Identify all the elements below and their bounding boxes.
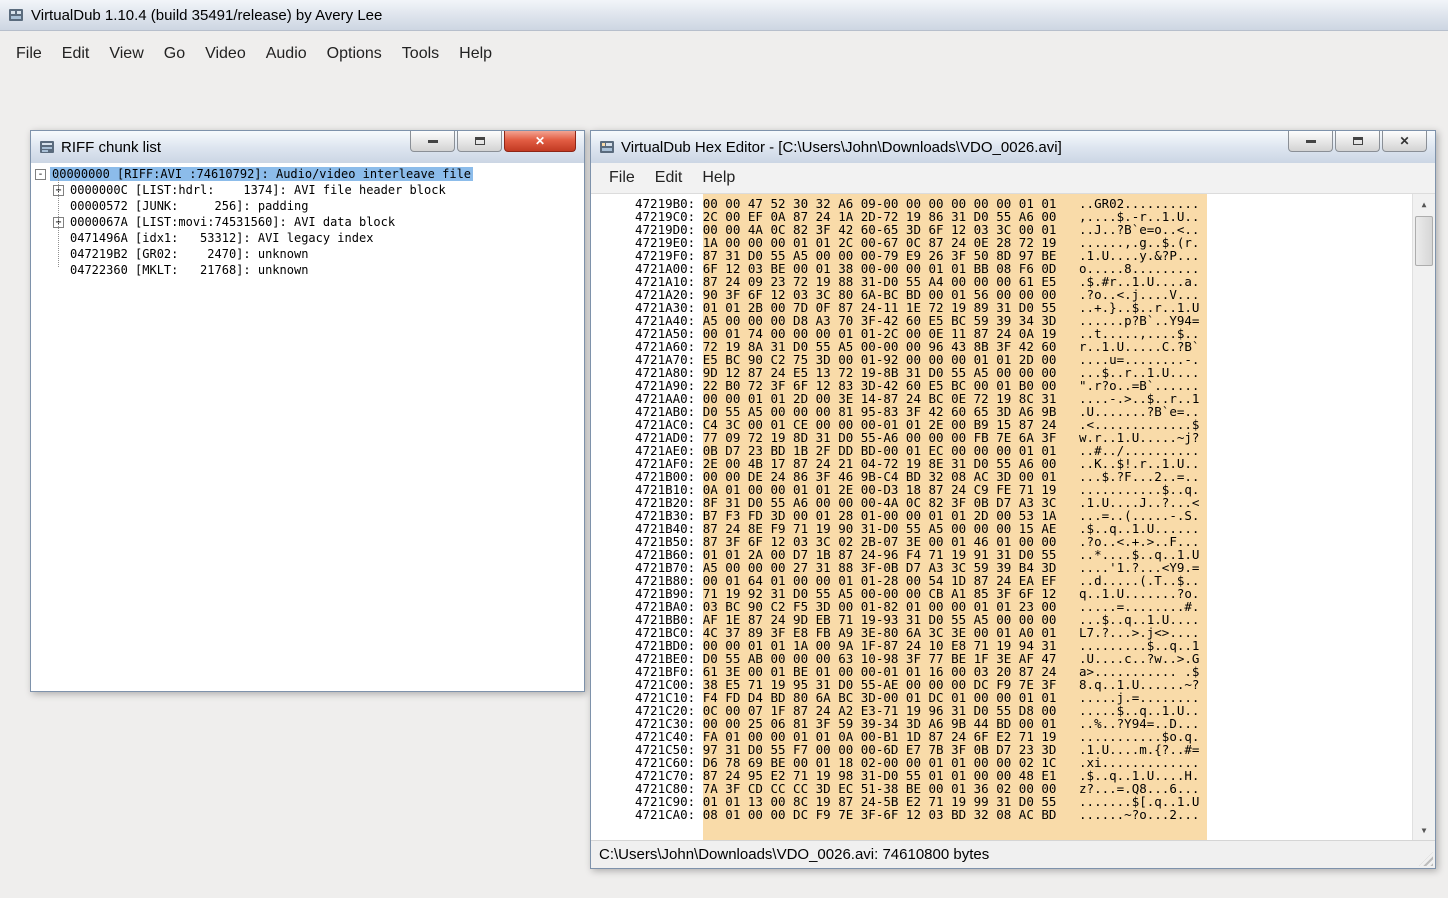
virtualdub-app-icon bbox=[8, 7, 24, 23]
main-menu-go[interactable]: Go bbox=[154, 41, 195, 67]
minimize-icon bbox=[1305, 139, 1316, 143]
main-menu-tools[interactable]: Tools bbox=[392, 41, 449, 67]
riff-close-button[interactable]: ✕ bbox=[504, 131, 576, 152]
riff-tree-item[interactable]: +0000067A [LIST:movi:74531560]: AVI data… bbox=[35, 214, 584, 230]
riff-tree-item[interactable]: +0000000C [LIST:hdrl: 1374]: AVI file he… bbox=[35, 182, 584, 198]
riff-tree-item-label[interactable]: 0471496A [idx1: 53312]: AVI legacy index bbox=[68, 231, 375, 245]
collapse-icon[interactable]: - bbox=[35, 168, 46, 180]
scrollbar-thumb[interactable] bbox=[1415, 216, 1433, 266]
riff-tree-item-label[interactable]: 047219B2 [GR02: 2470]: unknown bbox=[68, 247, 310, 261]
main-menu-audio[interactable]: Audio bbox=[256, 41, 317, 67]
hex-close-button[interactable]: ✕ bbox=[1382, 131, 1427, 152]
riff-maximize-button[interactable] bbox=[457, 131, 502, 152]
riff-tree-item-label[interactable]: 0000067A [LIST:movi:74531560]: AVI data … bbox=[68, 215, 397, 229]
riff-tree-item[interactable]: 047219B2 [GR02: 2470]: unknown bbox=[35, 246, 584, 262]
maximize-icon bbox=[1352, 137, 1363, 145]
riff-minimize-button[interactable] bbox=[410, 131, 455, 152]
riff-tree-item-label[interactable]: 00000572 [JUNK: 256]: padding bbox=[68, 199, 310, 213]
main-window-title: VirtualDub 1.10.4 (build 35491/release) … bbox=[31, 6, 383, 24]
main-menu-bar: File Edit View Go Video Audio Options Tools Help bbox=[0, 31, 1448, 77]
riff-tree-item[interactable]: 00000572 [JUNK: 256]: padding bbox=[35, 198, 584, 214]
riff-tree-item[interactable]: 0471496A [idx1: 53312]: AVI legacy index bbox=[35, 230, 584, 246]
main-menu-options[interactable]: Options bbox=[317, 41, 392, 67]
hex-menu-bar: File Edit Help bbox=[591, 163, 1435, 194]
scroll-up-icon[interactable]: ▲ bbox=[1413, 194, 1435, 214]
hex-ascii[interactable]: ......~?o...2... bbox=[1079, 807, 1199, 822]
hex-view: 47219B0: 00 00 47 52 30 32 A6 09-00 00 0… bbox=[591, 194, 1435, 840]
main-window-titlebar[interactable]: VirtualDub 1.10.4 (build 35491/release) … bbox=[0, 0, 1448, 31]
hex-rows: 47219B0: 00 00 47 52 30 32 A6 09-00 00 0… bbox=[635, 197, 1199, 821]
riff-tree-item[interactable]: 04722360 [MKLT: 21768]: unknown bbox=[35, 262, 584, 278]
main-menu-help[interactable]: Help bbox=[449, 41, 502, 67]
hex-window-title: VirtualDub Hex Editor - [C:\Users\John\D… bbox=[621, 138, 1062, 156]
scroll-down-icon[interactable]: ▼ bbox=[1413, 820, 1435, 840]
hex-row[interactable]: 4721CA0: 08 01 00 00 DC F9 7E 3F-6F 12 0… bbox=[635, 808, 1199, 821]
close-icon: ✕ bbox=[534, 134, 546, 148]
main-menu-edit[interactable]: Edit bbox=[52, 41, 100, 67]
maximize-icon bbox=[474, 137, 485, 145]
hex-minimize-button[interactable] bbox=[1288, 131, 1333, 152]
minimize-icon bbox=[427, 139, 438, 143]
main-menu-video[interactable]: Video bbox=[195, 41, 256, 67]
main-menu-view[interactable]: View bbox=[99, 41, 153, 67]
hex-editor-window: VirtualDub Hex Editor - [C:\Users\John\D… bbox=[590, 130, 1436, 869]
hex-bytes[interactable]: 08 01 00 00 DC F9 7E 3F-6F 12 03 BD 32 0… bbox=[703, 807, 1057, 822]
tree-connector-line bbox=[58, 177, 59, 267]
riff-tree-item-label[interactable]: 04722360 [MKLT: 21768]: unknown bbox=[68, 263, 310, 277]
riff-window-titlebar[interactable]: RIFF chunk list ✕ bbox=[31, 131, 584, 164]
riff-window-title: RIFF chunk list bbox=[61, 138, 162, 156]
hex-status-bar: C:\Users\John\Downloads\VDO_0026.avi: 74… bbox=[591, 840, 1435, 868]
hex-menu-file[interactable]: File bbox=[599, 165, 645, 191]
riff-tree: -00000000 [RIFF:AVI :74610792]: Audio/vi… bbox=[31, 163, 584, 691]
main-menu-file[interactable]: File bbox=[6, 41, 52, 67]
hex-address: 4721CA0: bbox=[635, 807, 703, 822]
riff-tree-item-label[interactable]: 0000000C [LIST:hdrl: 1374]: AVI file hea… bbox=[68, 183, 448, 197]
status-text: C:\Users\John\Downloads\VDO_0026.avi: 74… bbox=[599, 846, 990, 863]
hex-menu-edit[interactable]: Edit bbox=[645, 165, 693, 191]
resize-grip[interactable] bbox=[1419, 852, 1433, 866]
riff-chunk-list-window: RIFF chunk list ✕ -00000000 [RIFF:AVI :7… bbox=[30, 130, 585, 692]
riff-tree-item-label[interactable]: 00000000 [RIFF:AVI :74610792]: Audio/vid… bbox=[50, 167, 474, 181]
riff-window-icon bbox=[39, 139, 55, 155]
hex-window-icon bbox=[599, 139, 615, 155]
close-icon: ✕ bbox=[1399, 134, 1410, 148]
vertical-scrollbar[interactable]: ▲ ▼ bbox=[1412, 194, 1435, 840]
riff-tree-item[interactable]: -00000000 [RIFF:AVI :74610792]: Audio/vi… bbox=[35, 166, 584, 182]
hex-menu-help[interactable]: Help bbox=[692, 165, 745, 191]
hex-maximize-button[interactable] bbox=[1335, 131, 1380, 152]
hex-window-titlebar[interactable]: VirtualDub Hex Editor - [C:\Users\John\D… bbox=[591, 131, 1435, 164]
